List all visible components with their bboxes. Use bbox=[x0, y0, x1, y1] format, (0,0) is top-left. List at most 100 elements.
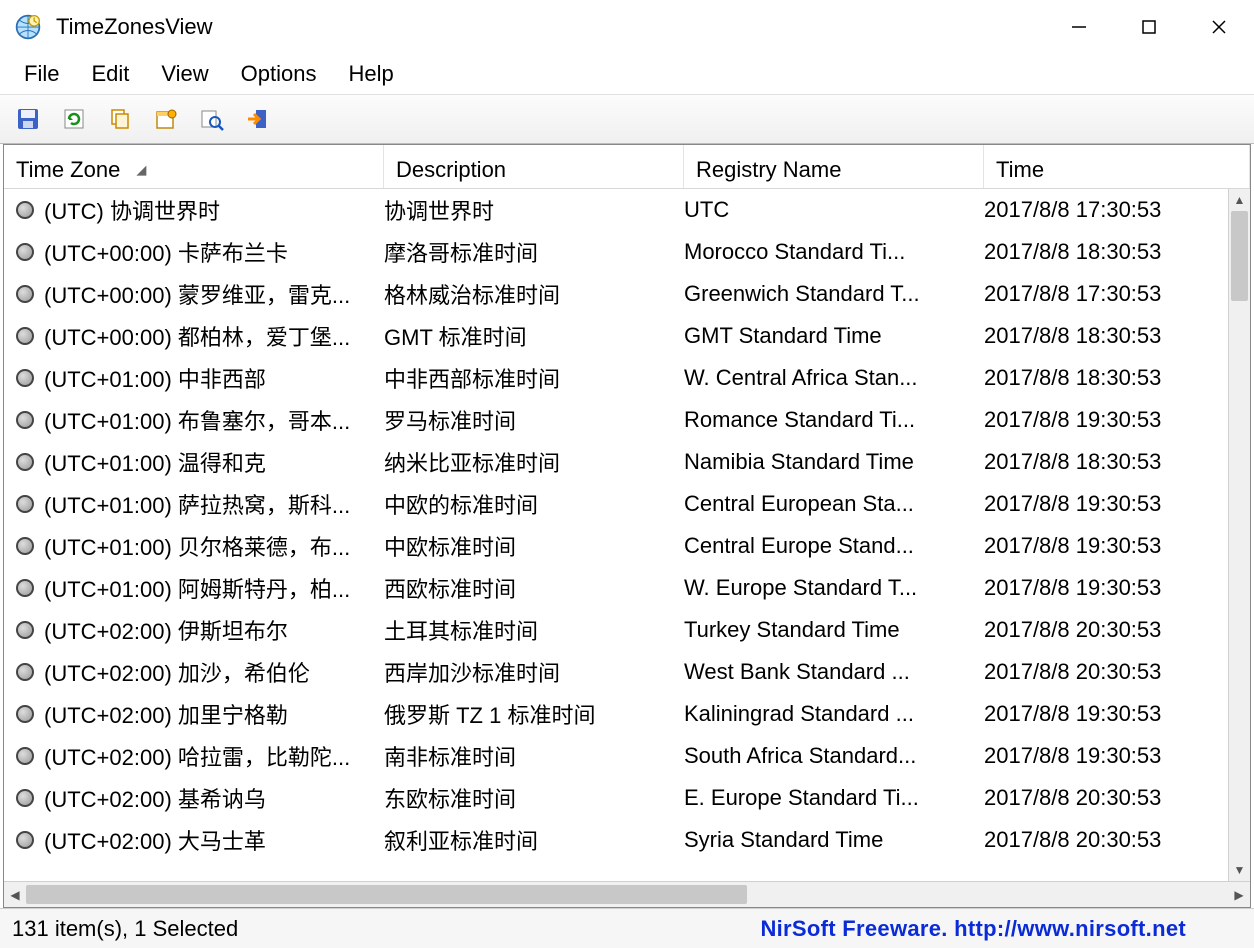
column-header-description[interactable]: Description bbox=[384, 145, 684, 188]
cell-timezone: (UTC+01:00) 阿姆斯特丹，柏... bbox=[4, 572, 384, 604]
menu-file[interactable]: File bbox=[10, 57, 73, 91]
column-header-registry[interactable]: Registry Name bbox=[684, 145, 984, 188]
table-row[interactable]: (UTC+02:00) 加沙，希伯伦 西岸加沙标准时间West Bank Stan… bbox=[4, 651, 1228, 693]
table-row[interactable]: (UTC+00:00) 卡萨布兰卡摩洛哥标准时间Morocco Standard… bbox=[4, 231, 1228, 273]
table-row[interactable]: (UTC+02:00) 加里宁格勒俄罗斯 TZ 1 标准时间Kaliningra… bbox=[4, 693, 1228, 735]
menu-edit[interactable]: Edit bbox=[77, 57, 143, 91]
vertical-scrollbar[interactable]: ▲ ▼ bbox=[1228, 189, 1250, 881]
hscroll-thumb[interactable] bbox=[26, 885, 747, 904]
globe-icon bbox=[16, 243, 34, 261]
column-header-time[interactable]: Time bbox=[984, 145, 1250, 188]
properties-icon[interactable] bbox=[152, 105, 180, 133]
cell-description: 格林威治标准时间 bbox=[384, 278, 684, 310]
save-icon[interactable] bbox=[14, 105, 42, 133]
status-bar: 131 item(s), 1 Selected NirSoft Freeware… bbox=[0, 908, 1254, 948]
scroll-up-icon[interactable]: ▲ bbox=[1229, 189, 1250, 211]
scroll-thumb[interactable] bbox=[1231, 211, 1248, 301]
hscroll-track[interactable] bbox=[26, 882, 1228, 907]
cell-text: (UTC) 协调世界时 bbox=[44, 194, 220, 226]
cell-registry: Greenwich Standard T... bbox=[684, 281, 984, 307]
cell-time: 2017/8/8 19:30:53 bbox=[984, 407, 1228, 433]
globe-icon bbox=[16, 369, 34, 387]
cell-text: (UTC+02:00) 大马士革 bbox=[44, 824, 266, 856]
cell-text: (UTC+00:00) 都柏林，爱丁堡... bbox=[44, 320, 350, 352]
cell-registry: West Bank Standard ... bbox=[684, 659, 984, 685]
table-row[interactable]: (UTC+01:00) 贝尔格莱德，布... 中欧标准时间Central Euro… bbox=[4, 525, 1228, 567]
refresh-icon[interactable] bbox=[60, 105, 88, 133]
cell-time: 2017/8/8 19:30:53 bbox=[984, 701, 1228, 727]
table-row[interactable]: (UTC+01:00) 阿姆斯特丹，柏...西欧标准时间W. Europe St… bbox=[4, 567, 1228, 609]
cell-time: 2017/8/8 17:30:53 bbox=[984, 281, 1228, 307]
cell-time: 2017/8/8 18:30:53 bbox=[984, 323, 1228, 349]
table-row[interactable]: (UTC+01:00) 布鲁塞尔，哥本...罗马标准时间Romance Stan… bbox=[4, 399, 1228, 441]
cell-text: (UTC+02:00) 加里宁格勒 bbox=[44, 698, 288, 730]
cell-time: 2017/8/8 18:30:53 bbox=[984, 449, 1228, 475]
globe-icon bbox=[16, 831, 34, 849]
cell-time: 2017/8/8 19:30:53 bbox=[984, 575, 1228, 601]
cell-registry: GMT Standard Time bbox=[684, 323, 984, 349]
globe-icon bbox=[16, 327, 34, 345]
menu-help[interactable]: Help bbox=[335, 57, 408, 91]
column-header-timezone[interactable]: Time Zone ◢ bbox=[4, 145, 384, 188]
cell-text: (UTC+02:00) 伊斯坦布尔 bbox=[44, 614, 288, 646]
cell-description: 叙利亚标准时间 bbox=[384, 824, 684, 856]
column-label: Time bbox=[996, 157, 1044, 183]
scroll-left-icon[interactable]: ◀ bbox=[4, 888, 26, 902]
column-label: Description bbox=[396, 157, 506, 183]
toolbar bbox=[0, 94, 1254, 144]
table-row[interactable]: (UTC+01:00) 萨拉热窝，斯科...中欧的标准时间Central Eur… bbox=[4, 483, 1228, 525]
column-label: Registry Name bbox=[696, 157, 841, 183]
scroll-right-icon[interactable]: ▶ bbox=[1228, 888, 1250, 902]
cell-timezone: (UTC+02:00) 伊斯坦布尔 bbox=[4, 614, 384, 646]
table-row[interactable]: (UTC+02:00) 基希讷乌东欧标准时间E. Europe Standard… bbox=[4, 777, 1228, 819]
exit-icon[interactable] bbox=[244, 105, 272, 133]
cell-description: 纳米比亚标准时间 bbox=[384, 446, 684, 478]
cell-description: 西岸加沙标准时间 bbox=[384, 656, 684, 688]
cell-timezone: (UTC+00:00) 卡萨布兰卡 bbox=[4, 236, 384, 268]
menu-view[interactable]: View bbox=[147, 57, 222, 91]
cell-text: (UTC+02:00) 加沙，希伯伦 bbox=[44, 656, 310, 688]
cell-text: (UTC+01:00) 贝尔格莱德，布... bbox=[44, 530, 350, 562]
cell-description: 东欧标准时间 bbox=[384, 782, 684, 814]
cell-registry: W. Central Africa Stan... bbox=[684, 365, 984, 391]
horizontal-scrollbar[interactable]: ◀ ▶ bbox=[4, 881, 1250, 907]
window-title: TimeZonesView bbox=[56, 14, 1044, 40]
main-window: TimeZonesView File Edit View Options Hel… bbox=[0, 0, 1254, 948]
cell-registry: Central Europe Stand... bbox=[684, 533, 984, 559]
table-row[interactable]: (UTC+00:00) 都柏林，爱丁堡...GMT 标准时间GMT Standa… bbox=[4, 315, 1228, 357]
cell-description: 中欧标准时间 bbox=[384, 530, 684, 562]
cell-description: 罗马标准时间 bbox=[384, 404, 684, 436]
cell-time: 2017/8/8 18:30:53 bbox=[984, 239, 1228, 265]
menu-options[interactable]: Options bbox=[227, 57, 331, 91]
copy-icon[interactable] bbox=[106, 105, 134, 133]
cell-registry: Romance Standard Ti... bbox=[684, 407, 984, 433]
scroll-down-icon[interactable]: ▼ bbox=[1229, 859, 1250, 881]
cell-description: 摩洛哥标准时间 bbox=[384, 236, 684, 268]
table-row[interactable]: (UTC) 协调世界时协调世界时UTC2017/8/8 17:30:53 bbox=[4, 189, 1228, 231]
table-row[interactable]: (UTC+02:00) 哈拉雷，比勒陀...南非标准时间South Africa… bbox=[4, 735, 1228, 777]
table-row[interactable]: (UTC+01:00) 温得和克纳米比亚标准时间Namibia Standard… bbox=[4, 441, 1228, 483]
cell-description: 中欧的标准时间 bbox=[384, 488, 684, 520]
status-link[interactable]: NirSoft Freeware. http://www.nirsoft.net bbox=[760, 916, 1246, 942]
cell-timezone: (UTC+01:00) 萨拉热窝，斯科... bbox=[4, 488, 384, 520]
list-body: (UTC) 协调世界时协调世界时UTC2017/8/8 17:30:53(UTC… bbox=[4, 189, 1250, 881]
table-row[interactable]: (UTC+01:00) 中非西部中非西部标准时间W. Central Afric… bbox=[4, 357, 1228, 399]
close-button[interactable] bbox=[1184, 0, 1254, 54]
cell-description: 南非标准时间 bbox=[384, 740, 684, 772]
table-row[interactable]: (UTC+02:00) 大马士革叙利亚标准时间Syria Standard Ti… bbox=[4, 819, 1228, 861]
table-row[interactable]: (UTC+02:00) 伊斯坦布尔土耳其标准时间Turkey Standard … bbox=[4, 609, 1228, 651]
globe-icon bbox=[16, 537, 34, 555]
cell-time: 2017/8/8 19:30:53 bbox=[984, 491, 1228, 517]
minimize-button[interactable] bbox=[1044, 0, 1114, 54]
cell-registry: South Africa Standard... bbox=[684, 743, 984, 769]
cell-timezone: (UTC+00:00) 蒙罗维亚，雷克... bbox=[4, 278, 384, 310]
cell-time: 2017/8/8 19:30:53 bbox=[984, 743, 1228, 769]
find-icon[interactable] bbox=[198, 105, 226, 133]
cell-description: 西欧标准时间 bbox=[384, 572, 684, 604]
cell-timezone: (UTC+01:00) 中非西部 bbox=[4, 362, 384, 394]
cell-time: 2017/8/8 20:30:53 bbox=[984, 617, 1228, 643]
maximize-button[interactable] bbox=[1114, 0, 1184, 54]
globe-icon bbox=[16, 411, 34, 429]
cell-text: (UTC+02:00) 基希讷乌 bbox=[44, 782, 266, 814]
table-row[interactable]: (UTC+00:00) 蒙罗维亚，雷克...格林威治标准时间Greenwich … bbox=[4, 273, 1228, 315]
